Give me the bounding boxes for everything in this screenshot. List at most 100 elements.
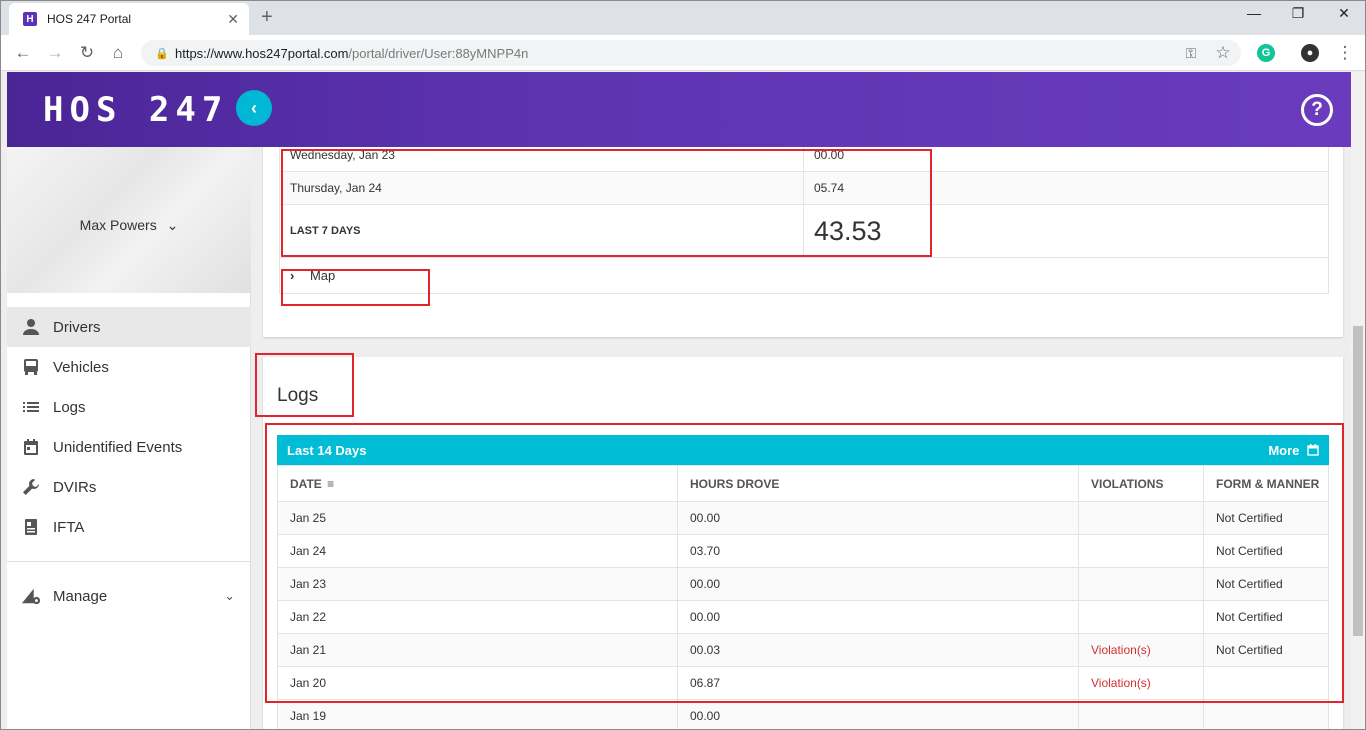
url-path: /portal/driver/User:88yMNPP4n xyxy=(348,45,529,61)
summary-hours: 00.00 xyxy=(803,147,1329,172)
date-cell: Jan 23 xyxy=(277,567,678,601)
table-row: Thursday, Jan 24 05.74 xyxy=(279,171,1329,205)
minimize-icon[interactable]: — xyxy=(1239,5,1269,21)
total-label: LAST 7 DAYS xyxy=(279,204,804,258)
close-tab-icon[interactable]: ✕ xyxy=(227,11,239,28)
list-icon xyxy=(21,397,41,417)
column-label: DATE xyxy=(290,476,322,491)
sidebar-item-dvirs[interactable]: DVIRs xyxy=(7,467,251,507)
sidebar-divider xyxy=(7,561,251,562)
profile-menu[interactable]: Max Powers ⌄ xyxy=(7,217,251,234)
logs-table: DATE ≡ HOURS DROVE VIOLATIONS FORM & MAN… xyxy=(277,465,1329,729)
hours-cell: 03.70 xyxy=(677,534,1079,568)
form-manner-cell: Not Certified xyxy=(1203,633,1329,667)
forward-icon[interactable]: → xyxy=(45,43,65,63)
sidebar-item-label: Unidentified Events xyxy=(53,438,183,456)
column-header-date[interactable]: DATE ≡ xyxy=(277,465,678,502)
table-row[interactable]: Jan 23 00.00 Not Certified xyxy=(277,567,1329,601)
violations-cell[interactable]: Violation(s) xyxy=(1078,666,1204,700)
bus-icon xyxy=(21,357,41,377)
table-row[interactable]: Jan 19 00.00 xyxy=(277,699,1329,729)
column-header-hours: HOURS DROVE xyxy=(677,465,1079,502)
logo: HOS 247 xyxy=(43,90,229,130)
summary-day: Wednesday, Jan 23 xyxy=(279,147,804,172)
sidebar-item-label: Vehicles xyxy=(53,358,109,376)
table-row[interactable]: Jan 20 06.87 Violation(s) xyxy=(277,666,1329,700)
scrollbar[interactable] xyxy=(1351,72,1365,729)
violations-cell xyxy=(1078,501,1204,535)
browser-tab[interactable]: H HOS 247 Portal ✕ xyxy=(9,3,249,35)
table-row[interactable]: Jan 21 00.03 Violation(s) Not Certified xyxy=(277,633,1329,667)
sidebar-item-manage[interactable]: Manage ⌄ xyxy=(7,576,251,616)
violations-cell xyxy=(1078,567,1204,601)
help-button[interactable]: ? xyxy=(1301,94,1333,126)
hours-cell: 00.00 xyxy=(677,699,1079,729)
scrollbar-thumb[interactable] xyxy=(1353,326,1363,636)
profile-panel: Max Powers ⌄ xyxy=(7,147,251,293)
form-manner-cell xyxy=(1203,666,1329,700)
sidebar-item-ifta[interactable]: IFTA xyxy=(7,507,251,547)
logs-period-bar: Last 14 Days More xyxy=(277,435,1329,465)
violations-cell xyxy=(1078,699,1204,729)
key-icon[interactable]: ⚿ xyxy=(1181,43,1201,63)
profile-icon[interactable]: ● xyxy=(1301,44,1319,62)
url-input[interactable]: 🔒 https://www.hos247portal.com/portal/dr… xyxy=(141,40,1241,66)
tab-strip: H HOS 247 Portal ✕ + — ❐ ✕ xyxy=(1,1,1365,35)
sidebar-item-label: Drivers xyxy=(53,318,101,336)
calendar-icon xyxy=(21,437,41,457)
map-toggle[interactable]: Map xyxy=(310,268,335,283)
map-row[interactable]: › Map xyxy=(279,257,1329,294)
table-row[interactable]: Jan 25 00.00 Not Certified xyxy=(277,501,1329,535)
sort-icon[interactable]: ≡ xyxy=(327,477,334,491)
collapse-sidebar-button[interactable]: ‹ xyxy=(236,90,272,126)
new-tab-icon[interactable]: + xyxy=(261,7,273,27)
document-icon xyxy=(21,517,41,537)
date-cell: Jan 19 xyxy=(277,699,678,729)
sidebar-item-unidentified-events[interactable]: Unidentified Events xyxy=(7,427,251,467)
sidebar-item-label: DVIRs xyxy=(53,478,97,496)
logs-card: Logs Last 14 Days More DATE ≡ HOURS DROV… xyxy=(263,357,1343,729)
address-bar-row: ← → ↻ ⌂ 🔒 https://www.hos247portal.com/p… xyxy=(1,35,1365,71)
restore-icon[interactable]: ❐ xyxy=(1283,5,1313,22)
column-header-violations: VIOLATIONS xyxy=(1078,465,1204,502)
grammarly-icon[interactable]: G xyxy=(1257,44,1275,62)
favicon-icon: H xyxy=(23,12,37,26)
wrench-icon xyxy=(21,477,41,497)
main-content: Wednesday, Jan 23 00.00 Thursday, Jan 24… xyxy=(252,147,1351,729)
chevron-right-icon: › xyxy=(290,268,295,283)
lock-icon: 🔒 xyxy=(155,48,169,60)
table-row[interactable]: Jan 22 00.00 Not Certified xyxy=(277,600,1329,634)
sidebar-item-label: IFTA xyxy=(53,518,85,536)
calendar-icon xyxy=(1307,443,1319,456)
sidebar-item-drivers[interactable]: Drivers xyxy=(7,307,251,347)
logs-period-label: Last 14 Days xyxy=(287,442,367,458)
reload-icon[interactable]: ↻ xyxy=(77,43,97,63)
violations-cell[interactable]: Violation(s) xyxy=(1078,633,1204,667)
form-manner-cell: Not Certified xyxy=(1203,534,1329,568)
window-close-icon[interactable]: ✕ xyxy=(1329,5,1359,22)
sidebar-item-logs[interactable]: Logs xyxy=(7,387,251,427)
table-row[interactable]: Jan 24 03.70 Not Certified xyxy=(277,534,1329,568)
sidebar-item-label: Logs xyxy=(53,398,86,416)
logs-title: Logs xyxy=(277,385,319,406)
star-icon[interactable]: ☆ xyxy=(1213,43,1233,63)
summary-day: Thursday, Jan 24 xyxy=(279,171,804,205)
table-header-row: DATE ≡ HOURS DROVE VIOLATIONS FORM & MAN… xyxy=(277,465,1329,502)
hours-cell: 00.00 xyxy=(677,600,1079,634)
more-label: More xyxy=(1268,442,1300,458)
menu-dots-icon[interactable]: ⋮ xyxy=(1335,43,1355,63)
form-manner-cell xyxy=(1203,699,1329,729)
url-host: https://www.hos247portal.com xyxy=(175,45,349,61)
more-button[interactable]: More xyxy=(1268,443,1319,458)
hours-cell: 00.00 xyxy=(677,501,1079,535)
sidebar-item-vehicles[interactable]: Vehicles xyxy=(7,347,251,387)
summary-hours: 05.74 xyxy=(803,171,1329,205)
back-icon[interactable]: ← xyxy=(13,43,33,63)
hours-summary-table: Wednesday, Jan 23 00.00 Thursday, Jan 24… xyxy=(279,147,1329,294)
chevron-down-icon: ⌄ xyxy=(166,217,179,233)
home-icon[interactable]: ⌂ xyxy=(108,43,128,63)
sidebar: Max Powers ⌄ Drivers Vehicles Logs Unide… xyxy=(7,147,251,729)
date-cell: Jan 22 xyxy=(277,600,678,634)
profile-name: Max Powers xyxy=(79,217,157,233)
manage-settings-icon xyxy=(21,586,41,606)
